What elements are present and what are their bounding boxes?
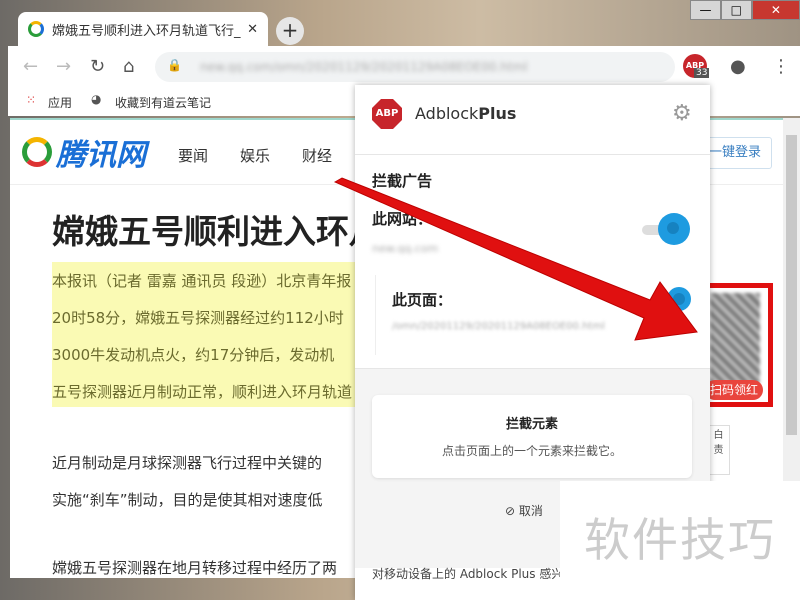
watermark: 软件技巧 bbox=[560, 481, 800, 600]
arrow-shape bbox=[333, 177, 698, 341]
